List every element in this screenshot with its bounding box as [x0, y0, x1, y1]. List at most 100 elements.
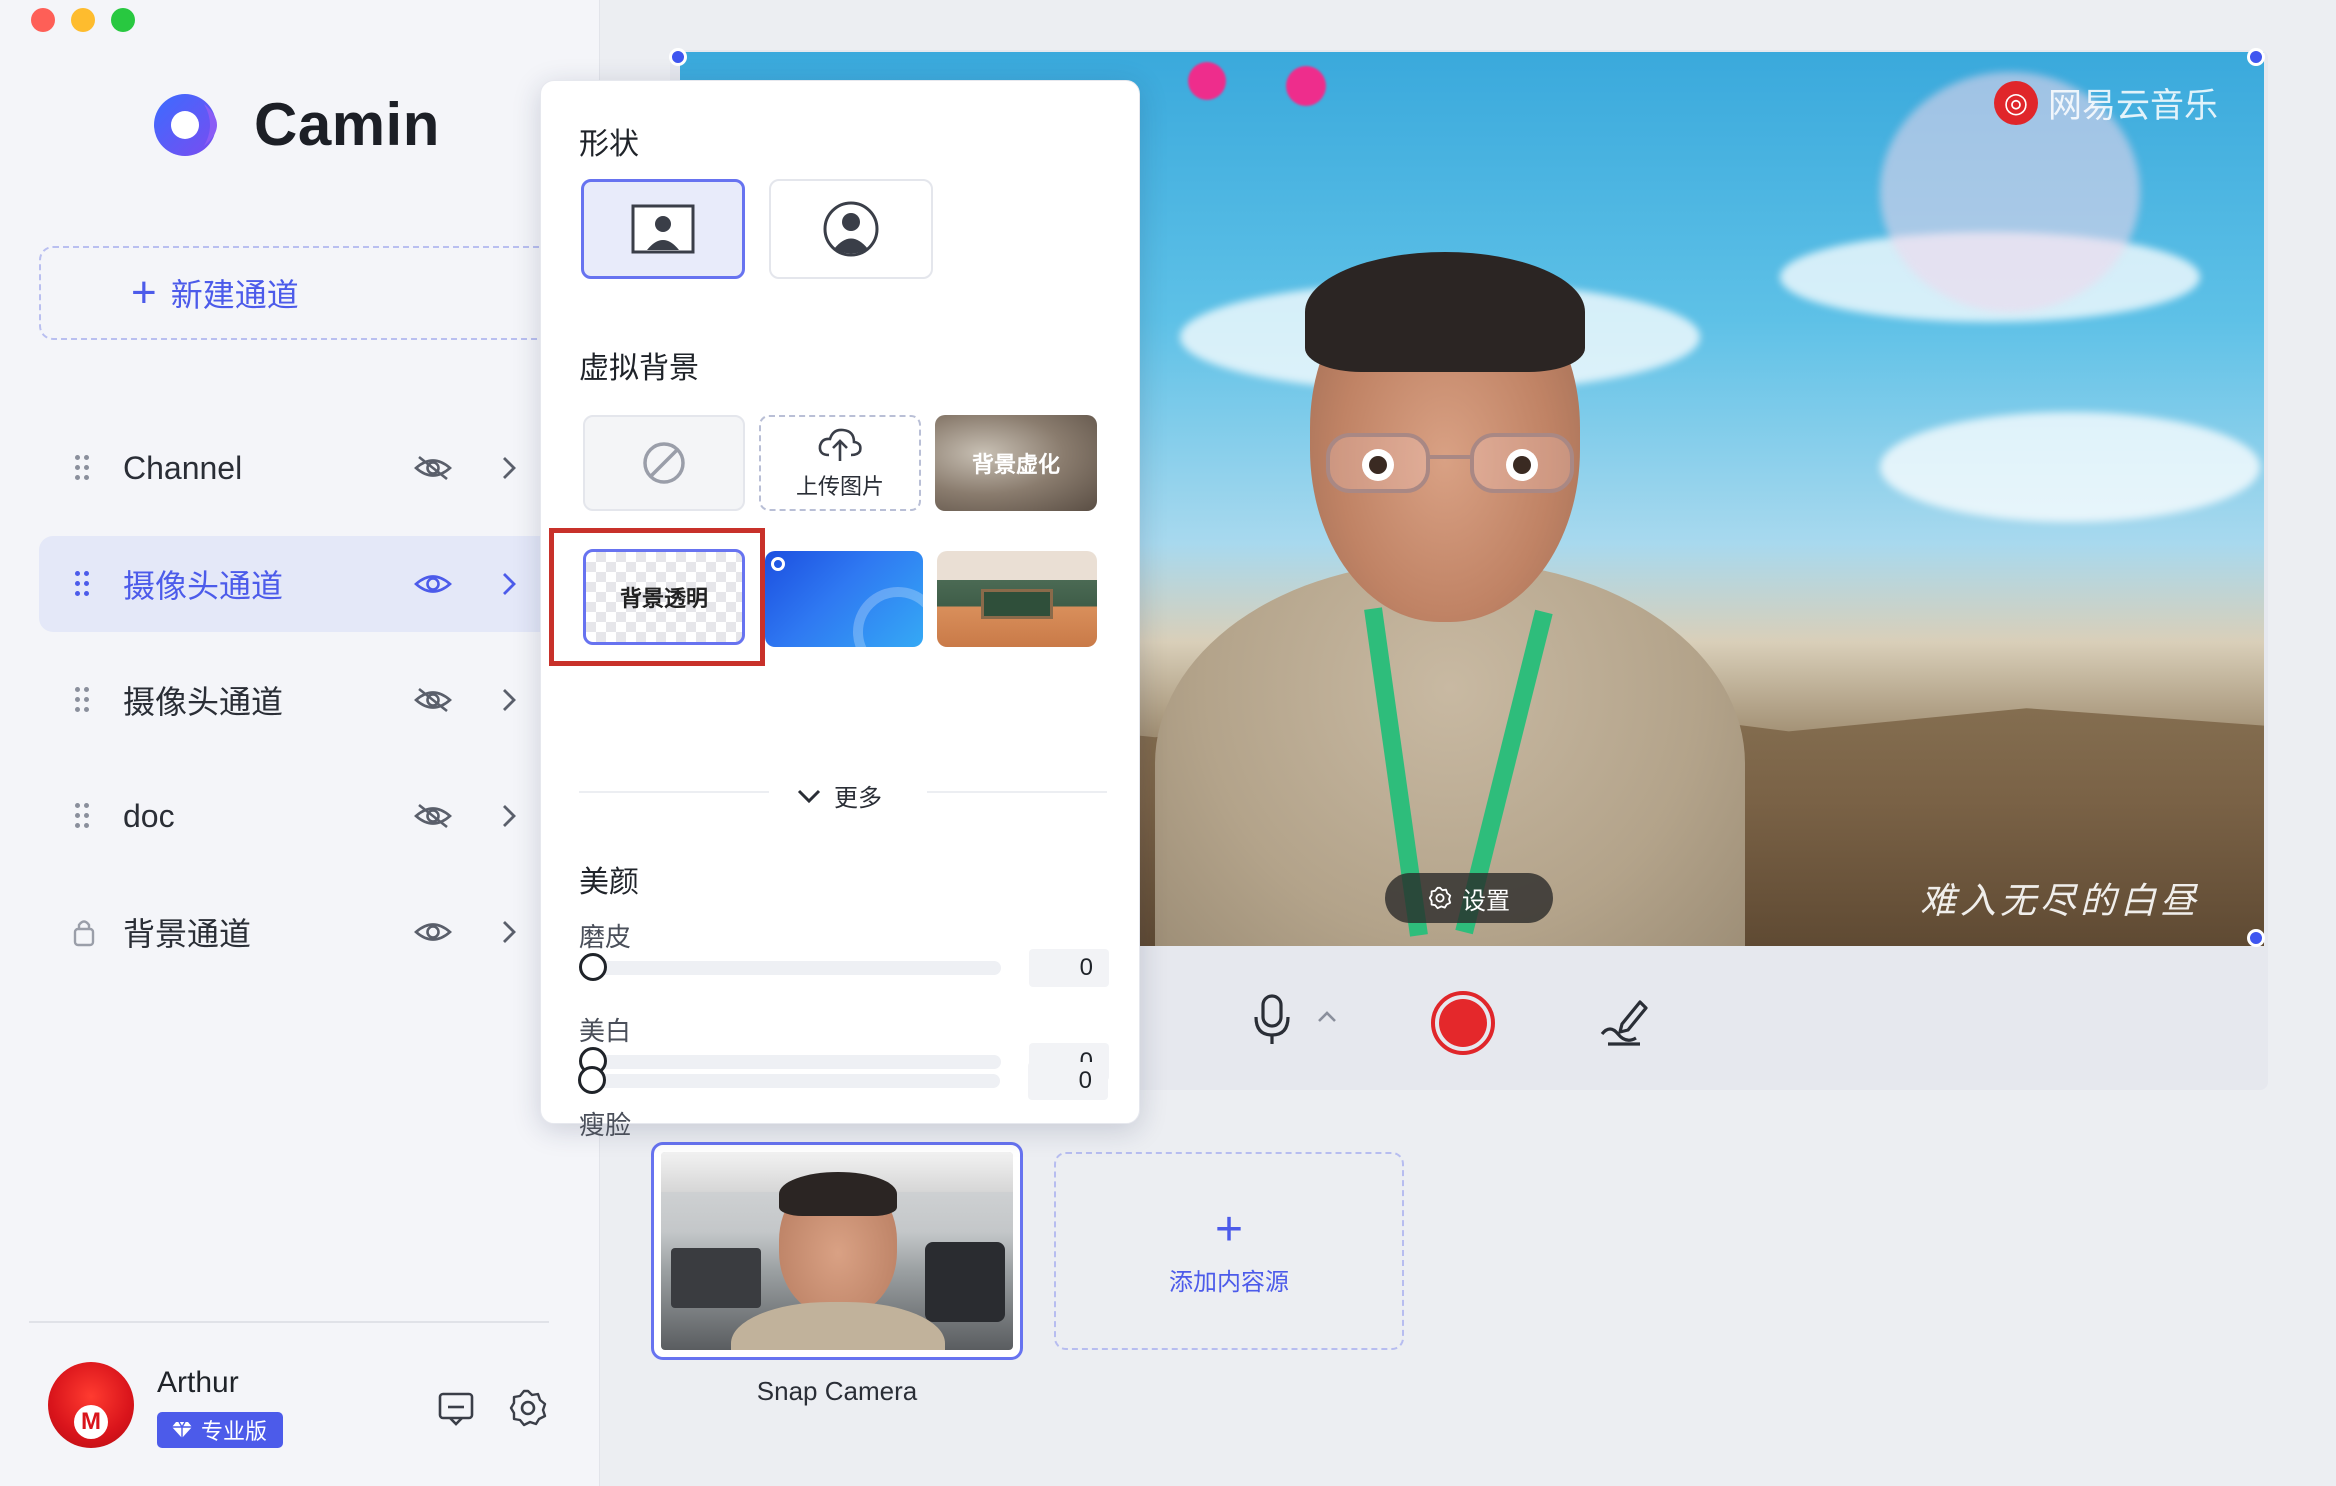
- background-preset-blue[interactable]: [765, 551, 923, 647]
- background-blur-option[interactable]: 背景虚化: [935, 415, 1097, 511]
- netease-music-icon: ◎: [1994, 80, 2038, 125]
- slim-face-slider-knob[interactable]: [578, 1066, 606, 1094]
- channel-item-camera-2[interactable]: 摄像头通道: [39, 652, 600, 748]
- eye-off-icon[interactable]: [413, 801, 453, 831]
- cloud-shape: [1880, 412, 2260, 522]
- shape-circle-option[interactable]: [769, 179, 933, 279]
- settings-label: 设置: [1462, 887, 1510, 915]
- gear-icon: [1428, 886, 1452, 910]
- glasses-icon: [1326, 433, 1574, 493]
- shape-rectangle-option[interactable]: [581, 179, 745, 279]
- channel-item-doc[interactable]: doc: [39, 768, 600, 864]
- resize-handle[interactable]: [2247, 929, 2265, 947]
- new-channel-label: 新建通道: [170, 277, 299, 313]
- more-button[interactable]: 更多: [796, 778, 882, 813]
- pro-badge-label: 专业版: [201, 1419, 268, 1444]
- watermark-label: 网易云音乐: [2048, 87, 2218, 125]
- rectangle-portrait-icon: [631, 204, 695, 254]
- drag-handle-icon[interactable]: [75, 455, 91, 481]
- more-divider-right: [927, 791, 1107, 793]
- channel-label: 摄像头通道: [123, 568, 284, 604]
- slim-face-label: 瘦脸: [579, 1110, 632, 1140]
- shape-title: 形状: [579, 128, 639, 161]
- chevron-right-icon[interactable]: [497, 917, 521, 947]
- add-source-button[interactable]: + 添加内容源: [1054, 1152, 1404, 1350]
- window-controls: [31, 8, 135, 32]
- resize-handle[interactable]: [2247, 48, 2265, 66]
- channel-label: Channel: [123, 449, 243, 486]
- sidebar-divider: [29, 1321, 549, 1323]
- chevron-down-icon: [797, 789, 821, 803]
- background-preset-classroom[interactable]: [937, 551, 1097, 647]
- source-thumbnail: [661, 1152, 1013, 1350]
- preset-blue-logo: [771, 557, 785, 571]
- lyric-text: 难入无尽的白昼: [1920, 881, 2201, 922]
- diamond-icon: [172, 1421, 192, 1438]
- plus-icon: +: [1214, 1202, 1244, 1256]
- gear-icon[interactable]: [508, 1388, 548, 1428]
- channel-item-background[interactable]: 背景通道: [39, 884, 600, 980]
- thumb-hair: [779, 1172, 897, 1216]
- channel-label: doc: [123, 797, 175, 834]
- record-dot: [1439, 999, 1487, 1047]
- close-window-button[interactable]: [31, 8, 55, 32]
- circle-portrait-icon: [823, 201, 879, 257]
- smoothing-slider-track[interactable]: [591, 961, 1001, 975]
- smoothing-value[interactable]: 0: [1029, 949, 1109, 987]
- beauty-title: 美颜: [579, 866, 639, 899]
- preset-blue-ring: [853, 587, 923, 647]
- resize-handle[interactable]: [669, 48, 687, 66]
- eye-off-icon[interactable]: [413, 453, 453, 483]
- avatar[interactable]: M: [48, 1362, 134, 1448]
- chevron-right-icon[interactable]: [497, 685, 521, 715]
- record-button[interactable]: [1431, 991, 1495, 1055]
- more-label: 更多: [834, 785, 882, 812]
- app-name: Camin: [254, 91, 440, 158]
- pink-dot: [1188, 62, 1226, 100]
- upload-label: 上传图片: [795, 474, 884, 499]
- pink-dot: [1286, 66, 1326, 106]
- thumb-hoodie: [731, 1302, 945, 1350]
- smoothing-label: 磨皮: [579, 922, 632, 952]
- channel-item-camera-1[interactable]: 摄像头通道: [39, 536, 600, 632]
- office-chair: [925, 1242, 1005, 1322]
- feedback-icon[interactable]: [436, 1388, 476, 1428]
- eye-icon[interactable]: [413, 569, 453, 599]
- chevron-right-icon[interactable]: [497, 453, 521, 483]
- eye-off-icon[interactable]: [413, 685, 453, 715]
- annotate-icon[interactable]: [1596, 994, 1652, 1048]
- sidebar: Camin + 新建通道 Channel 摄像头通道 摄像头通道 doc 背景通…: [0, 0, 600, 1486]
- add-source-label: 添加内容源: [1169, 1268, 1289, 1296]
- channel-item-channel[interactable]: Channel: [39, 420, 600, 516]
- zoom-window-button[interactable]: [111, 8, 135, 32]
- whitening-slider-track[interactable]: [591, 1055, 1001, 1069]
- app-logo: Camin: [152, 90, 440, 159]
- blur-label: 背景虚化: [971, 452, 1060, 477]
- chevron-up-icon[interactable]: [1316, 1008, 1338, 1024]
- chevron-right-icon[interactable]: [497, 569, 521, 599]
- source-label: Snap Camera: [756, 1376, 918, 1406]
- new-channel-button[interactable]: + 新建通道: [39, 246, 599, 340]
- background-upload-option[interactable]: 上传图片: [759, 415, 921, 511]
- source-card-snap-camera[interactable]: [651, 1142, 1023, 1360]
- whitening-label: 美白: [579, 1016, 632, 1046]
- drag-handle-icon[interactable]: [75, 687, 91, 713]
- smoothing-slider-knob[interactable]: [579, 953, 607, 981]
- preview-settings-button[interactable]: 设置: [1385, 873, 1553, 923]
- selection-highlight-box: [549, 528, 765, 666]
- cloud-upload-icon: [818, 428, 862, 461]
- background-none-option[interactable]: [583, 415, 745, 511]
- slim-face-slider-track[interactable]: [590, 1074, 1000, 1088]
- avatar-person: [1155, 252, 1745, 946]
- plus-icon: +: [131, 268, 157, 317]
- minimize-window-button[interactable]: [71, 8, 95, 32]
- slim-face-value[interactable]: 0: [1028, 1062, 1108, 1100]
- office-chair: [671, 1248, 761, 1308]
- microphone-icon[interactable]: [1252, 993, 1292, 1047]
- drag-handle-icon[interactable]: [75, 571, 91, 597]
- eye-icon[interactable]: [413, 917, 453, 947]
- drag-handle-icon[interactable]: [75, 803, 91, 829]
- channel-label: 背景通道: [123, 916, 252, 952]
- channel-label: 摄像头通道: [123, 684, 284, 720]
- chevron-right-icon[interactable]: [497, 801, 521, 831]
